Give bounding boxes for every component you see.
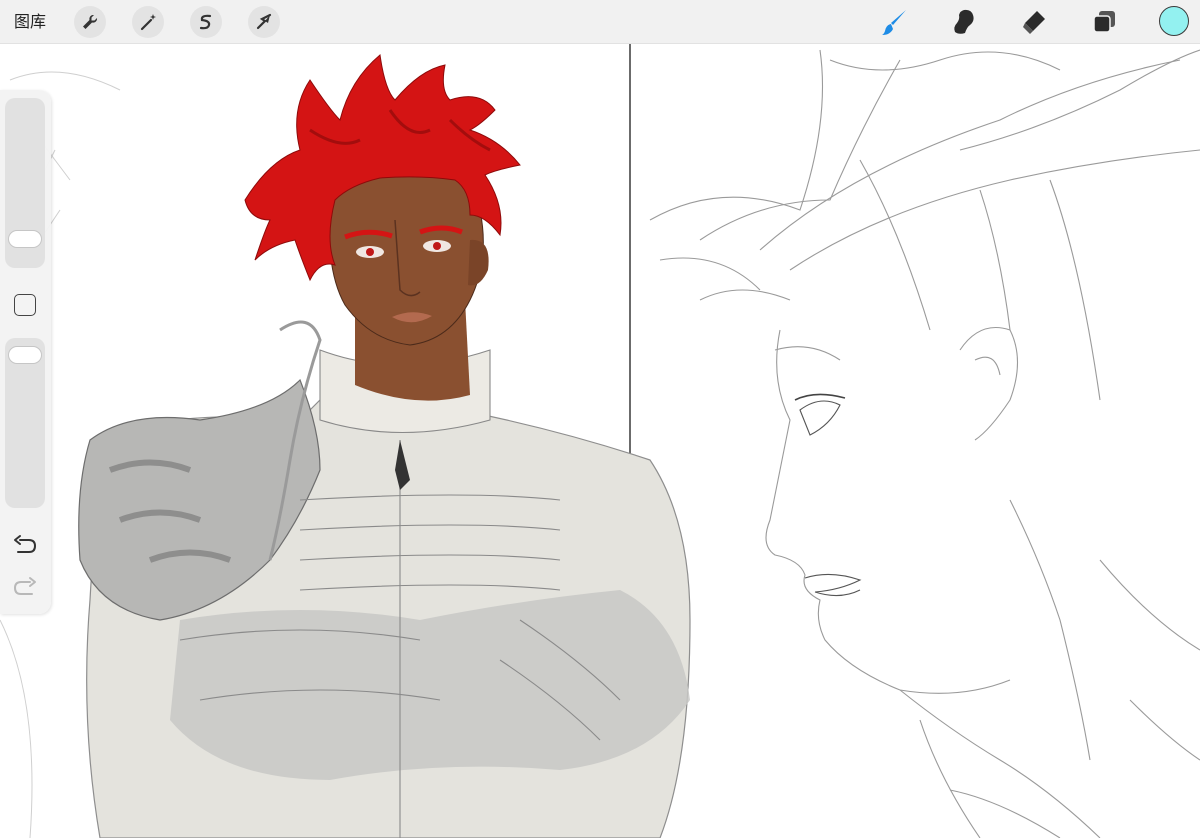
left-sidebar — [0, 90, 51, 614]
artwork — [0, 44, 1200, 838]
smudge-button[interactable] — [949, 7, 979, 37]
opacity-thumb[interactable] — [8, 346, 42, 364]
transform-button[interactable] — [248, 6, 280, 38]
profile-sketch — [649, 49, 1200, 838]
actions-button[interactable] — [74, 6, 106, 38]
color-picker-swatch[interactable] — [1159, 6, 1189, 36]
redo-icon — [12, 577, 38, 602]
modify-button[interactable] — [14, 294, 36, 316]
crossed-arms-shading — [170, 590, 690, 780]
undo-button[interactable] — [12, 534, 38, 556]
brush-size-slider[interactable] — [5, 98, 45, 268]
selection-button[interactable] — [190, 6, 222, 38]
brush-button[interactable] — [880, 7, 910, 37]
opacity-slider[interactable] — [5, 338, 45, 508]
adjustments-button[interactable] — [132, 6, 164, 38]
redo-button[interactable] — [12, 576, 38, 598]
drawing-canvas[interactable] — [0, 0, 1200, 838]
layers-button[interactable] — [1090, 7, 1120, 37]
gallery-button[interactable]: 图库 — [14, 10, 46, 34]
eraser-button[interactable] — [1019, 7, 1049, 37]
ear — [468, 239, 489, 286]
undo-icon — [12, 535, 38, 560]
top-toolbar: 图库 — [0, 0, 1200, 44]
brush-size-thumb[interactable] — [8, 230, 42, 248]
